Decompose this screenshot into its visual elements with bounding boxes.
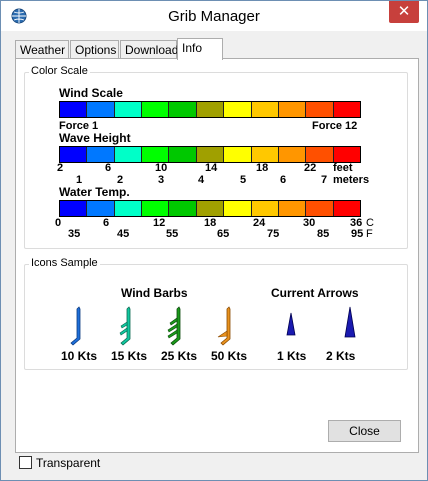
wind-barb-25-icon <box>167 306 181 346</box>
color-swatch <box>196 102 225 117</box>
water-celsius-label: 0 <box>55 217 62 229</box>
window-title: Grib Manager <box>168 8 260 25</box>
water-fahrenheit-label: 95 <box>351 228 364 240</box>
info-panel: Color Scale Wind Scale Force 1 Force 12 … <box>15 58 419 453</box>
wave-feet-label: 2 <box>57 162 64 174</box>
water-fahrenheit-label: 75 <box>267 228 280 240</box>
color-swatch <box>196 201 225 216</box>
color-swatch <box>196 147 225 162</box>
wave-feet-label: 18 <box>256 162 269 174</box>
water-fahrenheit-unit: F <box>366 228 373 240</box>
grib-manager-window: Grib Manager ✕ Weather Options Download … <box>0 0 428 481</box>
water-celsius-label: 30 <box>303 217 316 229</box>
color-swatch <box>87 102 115 117</box>
wave-height-bar <box>59 146 361 163</box>
color-swatch <box>278 201 307 216</box>
color-swatch <box>142 201 170 216</box>
wave-feet-label: 14 <box>205 162 218 174</box>
water-celsius-label: 24 <box>253 217 266 229</box>
color-swatch <box>333 201 360 216</box>
wind-barb-50-icon <box>217 306 231 346</box>
current-arrow-1-label: 1 Kts <box>277 349 307 363</box>
color-swatch <box>278 147 307 162</box>
close-button[interactable]: Close <box>328 420 401 442</box>
color-swatch <box>169 201 197 216</box>
wave-meters-label: 6 <box>280 174 287 186</box>
water-fahrenheit-label: 55 <box>166 228 179 240</box>
title-bar: Grib Manager ✕ <box>1 1 427 31</box>
wind-barb-10-icon <box>70 306 81 346</box>
color-swatch <box>224 201 252 216</box>
water-temp-bar <box>59 200 361 217</box>
water-temp-title: Water Temp. <box>59 185 130 199</box>
color-swatch <box>169 147 197 162</box>
wave-feet-label: 6 <box>105 162 112 174</box>
water-fahrenheit-label: 85 <box>317 228 330 240</box>
wind-barb-10-label: 10 Kts <box>61 349 98 363</box>
water-fahrenheit-label: 35 <box>68 228 81 240</box>
color-swatch <box>224 102 252 117</box>
color-swatch <box>278 102 307 117</box>
wave-meters-label: 7 <box>321 174 328 186</box>
water-fahrenheit-label: 65 <box>217 228 230 240</box>
color-swatch <box>114 201 143 216</box>
color-swatch <box>306 102 334 117</box>
tab-info[interactable]: Info <box>177 38 223 60</box>
window-close-button[interactable]: ✕ <box>389 1 419 23</box>
wave-meters-label: 3 <box>158 174 165 186</box>
color-swatch <box>169 102 197 117</box>
tab-weather[interactable]: Weather <box>15 40 69 59</box>
wind-scale-title: Wind Scale <box>59 86 123 100</box>
color-swatch <box>333 147 360 162</box>
color-swatch <box>87 147 115 162</box>
color-swatch <box>60 201 88 216</box>
water-celsius-label: 6 <box>103 217 110 229</box>
wave-meters-label: 4 <box>198 174 205 186</box>
wave-meters-unit: meters <box>333 174 370 186</box>
wind-barbs-heading: Wind Barbs <box>121 286 188 300</box>
color-swatch <box>333 102 360 117</box>
wind-barb-50-label: 50 Kts <box>211 349 248 363</box>
color-swatch <box>224 147 252 162</box>
color-swatch <box>142 147 170 162</box>
tab-download[interactable]: Download <box>120 40 178 59</box>
color-swatch <box>60 102 88 117</box>
wind-scale-bar <box>59 101 361 118</box>
color-swatch <box>142 102 170 117</box>
current-arrows-heading: Current Arrows <box>271 286 359 300</box>
water-celsius-label: 12 <box>153 217 166 229</box>
wave-feet-unit: feet <box>333 162 353 174</box>
current-arrow-1-icon <box>286 312 296 336</box>
water-fahrenheit-label: 45 <box>117 228 130 240</box>
current-arrow-2-icon <box>344 306 356 338</box>
icons-sample-group: Icons Sample Wind Barbs Current Arrows 1… <box>24 257 408 370</box>
color-swatch <box>251 201 279 216</box>
wave-meters-label: 5 <box>240 174 247 186</box>
wind-barb-25-label: 25 Kts <box>161 349 198 363</box>
color-scale-group-label: Color Scale <box>29 65 90 77</box>
color-swatch <box>87 201 115 216</box>
wind-barb-15-label: 15 Kts <box>111 349 148 363</box>
wave-feet-label: 10 <box>155 162 168 174</box>
water-celsius-label: 18 <box>204 217 217 229</box>
color-scale-group: Color Scale Wind Scale Force 1 Force 12 … <box>24 65 408 249</box>
wave-feet-label: 22 <box>304 162 317 174</box>
color-swatch <box>251 102 279 117</box>
color-swatch <box>306 201 334 216</box>
wave-height-title: Wave Height <box>59 131 131 145</box>
color-swatch <box>114 147 143 162</box>
current-arrow-2-label: 2 Kts <box>326 349 356 363</box>
transparent-checkbox[interactable] <box>19 456 32 469</box>
icons-sample-group-label: Icons Sample <box>29 257 100 269</box>
color-swatch <box>60 147 88 162</box>
wind-barb-15-icon <box>119 306 131 346</box>
color-swatch <box>114 102 143 117</box>
color-swatch <box>251 147 279 162</box>
transparent-checkbox-label[interactable]: Transparent <box>36 456 100 470</box>
wind-max-label: Force 12 <box>312 120 358 132</box>
tab-options[interactable]: Options <box>70 40 119 59</box>
color-swatch <box>306 147 334 162</box>
